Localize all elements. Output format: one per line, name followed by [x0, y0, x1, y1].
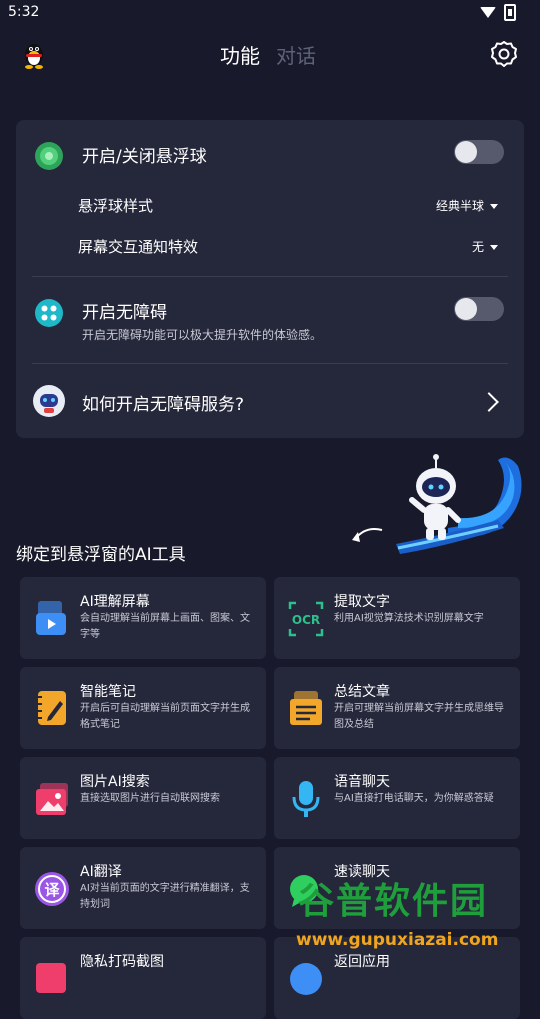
translate-icon: 译	[35, 872, 69, 906]
tool-card-screen-understand[interactable]: AI理解屏幕 会自动理解当前屏幕上画面、图案、文字等	[20, 577, 266, 659]
tool-title: 提取文字	[334, 594, 390, 610]
tool-description: 直接选取图片进行自动联网搜索	[80, 793, 220, 804]
svg-text:OCR: OCR	[292, 613, 320, 627]
accessibility-description: 开启无障碍功能可以极大提升软件的体验感。	[82, 328, 323, 342]
caret-down-icon	[490, 204, 498, 209]
wifi-icon	[480, 7, 496, 18]
howto-accessibility-link[interactable]: 如何开启无障碍服务?	[82, 390, 244, 415]
summary-icon	[290, 691, 322, 725]
float-ball-toggle[interactable]	[454, 140, 504, 164]
tool-card-voice-chat[interactable]: 语音聊天 与AI直接打电话聊天，为你解惑答疑	[274, 757, 520, 839]
privacy-screenshot-icon	[36, 963, 66, 993]
tab-functions[interactable]: 功能	[220, 40, 260, 69]
tool-title: AI理解屏幕	[80, 594, 150, 610]
robot-helper-icon	[33, 385, 65, 417]
chevron-right-icon[interactable]	[479, 392, 499, 412]
tool-card-image-search[interactable]: 图片AI搜索 直接选取图片进行自动联网搜索	[20, 757, 266, 839]
tool-description: 与AI直接打电话聊天，为你解惑答疑	[334, 793, 494, 804]
accessibility-icon	[35, 299, 63, 327]
tool-description: 利用AI视觉算法技术识别屏幕文字	[334, 613, 484, 624]
robot-illustration	[352, 454, 522, 554]
accessibility-toggle-label: 开启无障碍	[82, 303, 167, 323]
tool-title: 总结文章	[334, 684, 390, 700]
float-ball-style-select[interactable]: 经典半球	[436, 197, 498, 214]
tool-description: AI对当前页面的文字进行精准翻译，支持划词	[80, 883, 250, 910]
tool-title: 隐私打码截图	[80, 954, 164, 970]
battery-icon	[504, 4, 516, 21]
tab-chat[interactable]: 对话	[276, 40, 316, 69]
tool-title: AI翻译	[80, 864, 122, 880]
image-search-icon	[36, 783, 68, 815]
float-ball-toggle-label: 开启/关闭悬浮球	[82, 147, 207, 167]
tools-section-title: 绑定到悬浮窗的AI工具	[16, 545, 186, 565]
float-ball-icon	[35, 142, 63, 170]
tool-card-privacy-screenshot[interactable]: 隐私打码截图	[20, 937, 266, 1019]
qq-penguin-icon[interactable]	[20, 39, 48, 69]
float-ball-style-label: 悬浮球样式	[78, 197, 154, 215]
notebook-icon	[36, 691, 66, 725]
notify-effect-select[interactable]: 无	[472, 238, 498, 255]
return-icon	[290, 963, 322, 995]
divider	[32, 276, 508, 277]
notify-effect-label: 屏幕交互通知特效	[78, 238, 199, 256]
top-bar: 功能 对话	[0, 30, 540, 80]
screen-understand-icon	[36, 601, 66, 635]
settings-card: 开启/关闭悬浮球 悬浮球样式 经典半球 屏幕交互通知特效 无 开启无障碍 开启无…	[16, 120, 524, 438]
status-bar: 5:32	[0, 0, 540, 26]
tool-description: 开启后可自动理解当前页面文字并生成格式笔记	[80, 703, 250, 730]
tool-description: 会自动理解当前屏幕上画面、图案、文字等	[80, 613, 250, 640]
ocr-icon: OCR	[288, 601, 324, 637]
tool-title: 语音聊天	[334, 774, 390, 790]
divider	[32, 363, 508, 364]
tool-card-summary[interactable]: 总结文章 开启可理解当前屏幕文字并生成思维导图及总结	[274, 667, 520, 749]
tool-title: 图片AI搜索	[80, 774, 150, 790]
settings-gear-icon[interactable]	[490, 40, 518, 68]
tool-card-ai-translate[interactable]: 译 AI翻译 AI对当前页面的文字进行精准翻译，支持划词	[20, 847, 266, 929]
tool-card-smart-notes[interactable]: 智能笔记 开启后可自动理解当前页面文字并生成格式笔记	[20, 667, 266, 749]
tool-description: 开启可理解当前屏幕文字并生成思维导图及总结	[334, 703, 504, 730]
microphone-icon	[292, 781, 320, 817]
tool-title: 智能笔记	[80, 684, 136, 700]
site-watermark: 谷普软件园 www.gupuxiazai.com	[296, 881, 499, 950]
status-time: 5:32	[8, 4, 40, 20]
accessibility-toggle[interactable]	[454, 297, 504, 321]
caret-down-icon	[490, 245, 498, 250]
svg-text:译: 译	[44, 881, 60, 899]
tool-card-ocr[interactable]: OCR 提取文字 利用AI视觉算法技术识别屏幕文字	[274, 577, 520, 659]
